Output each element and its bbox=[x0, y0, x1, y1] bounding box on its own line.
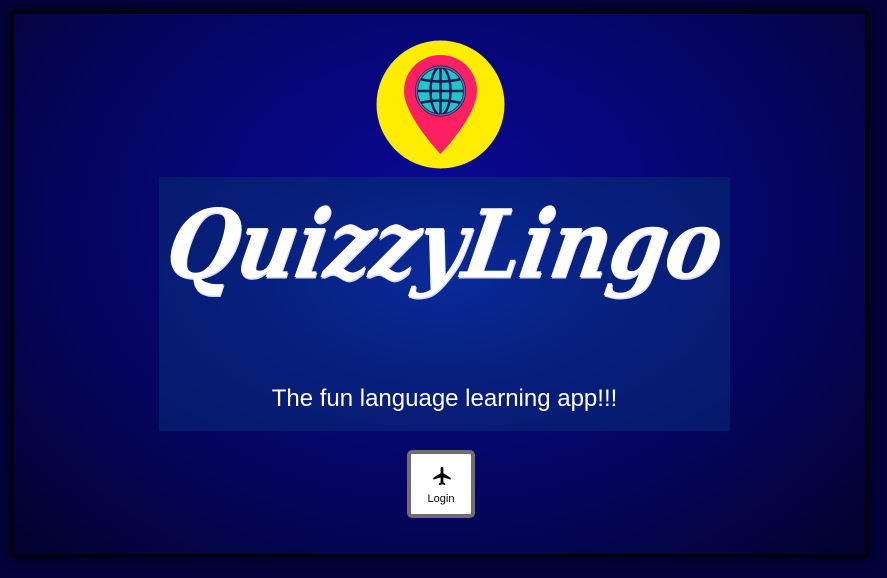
hero-banner: QuizzyLingo The fun language learning ap… bbox=[159, 177, 730, 431]
airplane-icon bbox=[433, 466, 451, 486]
app-title: QuizzyLingo bbox=[158, 189, 731, 301]
login-label: Login bbox=[427, 493, 455, 505]
app-logo bbox=[376, 40, 505, 169]
login-button[interactable]: Login bbox=[407, 450, 475, 518]
globe-icon bbox=[415, 65, 466, 117]
app-tagline: The fun language learning app!!! bbox=[271, 385, 618, 412]
